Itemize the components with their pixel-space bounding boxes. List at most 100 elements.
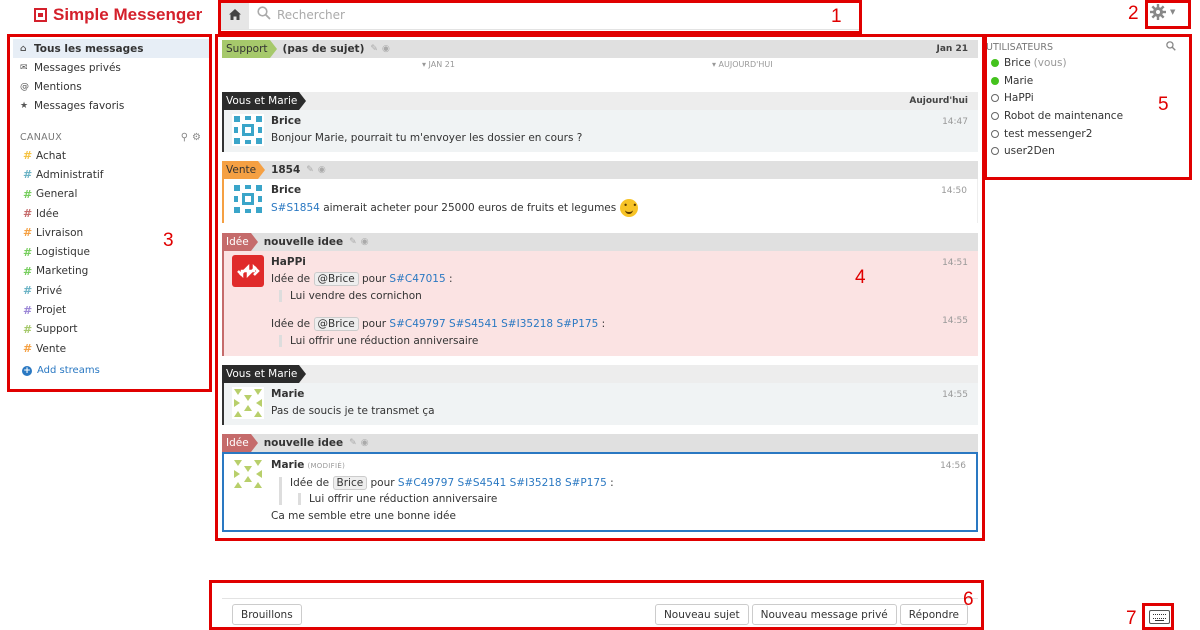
stream-link[interactable]: S#C47015 — [389, 273, 445, 285]
user-mention[interactable]: @Brice — [313, 317, 359, 331]
chevron-down-icon: ▼ — [1170, 8, 1176, 16]
online-status-icon — [991, 76, 999, 85]
eye-icon[interactable]: ◉ — [318, 165, 330, 175]
gear-icon[interactable]: ⚙ — [192, 132, 205, 143]
nav-item-label: Tous les messages — [34, 42, 144, 55]
sender-name[interactable]: Marie — [271, 459, 304, 471]
callout-4: 4 — [855, 267, 866, 288]
pm-label[interactable]: Vous et Marie — [222, 92, 307, 110]
stream-item[interactable]: # Support — [13, 320, 209, 339]
message-time[interactable]: 14:51 — [942, 258, 968, 268]
home-button[interactable] — [221, 0, 249, 29]
eye-icon[interactable]: ◉ — [361, 237, 373, 247]
drafts-button[interactable]: Brouillons — [232, 604, 302, 625]
message-quote: Lui vendre des cornichon — [279, 290, 970, 302]
stream-item[interactable]: # General — [13, 185, 209, 204]
stream-item[interactable]: # Marketing — [13, 262, 209, 281]
keyboard-icon[interactable] — [1149, 610, 1170, 624]
hash-icon: # — [23, 264, 33, 278]
topic-label[interactable]: (pas de sujet) — [283, 43, 365, 55]
stream-item[interactable]: # Privé — [13, 281, 209, 300]
gear-icon — [1150, 4, 1166, 20]
message[interactable]: Idée de @Brice pour S#C49797 S#S4541 S#I… — [224, 312, 978, 356]
stream-label[interactable]: Support — [222, 40, 276, 58]
message-sender[interactable]: Marie (MODIFIÉ) — [271, 459, 968, 471]
selected-message[interactable]: Marie (MODIFIÉ) Idée de Brice pour S#C497… — [222, 452, 978, 532]
date-separator-left: ▾ JAN 21 — [422, 60, 455, 69]
message[interactable]: Brice Bonjour Marie, pourrait tu m'envoy… — [222, 110, 978, 152]
stream-item[interactable]: # Vente — [13, 339, 209, 358]
user-mention[interactable]: @Brice — [313, 272, 359, 286]
search-icon[interactable] — [1166, 40, 1176, 54]
user-name: Robot de maintenance — [1004, 109, 1124, 122]
message-text: : — [610, 477, 614, 489]
offline-status-icon — [991, 94, 999, 103]
message-sender[interactable]: Brice — [271, 184, 969, 196]
stream-link[interactable]: S#C49797 S#S4541 S#I35218 S#P175 — [389, 318, 598, 330]
stream-item[interactable]: # Livraison — [13, 223, 209, 242]
stream-label[interactable]: Idée — [222, 233, 258, 251]
add-streams-label: Add streams — [37, 365, 100, 377]
add-streams-link[interactable]: + Add streams — [13, 365, 209, 376]
nav-item[interactable]: ⌂ Tous les messages — [13, 39, 209, 58]
user-item[interactable]: Brice (vous) — [986, 54, 1190, 72]
pencil-icon[interactable]: ✎ — [349, 237, 361, 247]
hash-icon: # — [23, 149, 33, 163]
pencil-icon[interactable]: ✎ — [306, 165, 318, 175]
pencil-icon[interactable]: ✎ — [370, 44, 382, 54]
recipient-bar: Idée nouvelle idee ✎◉ — [222, 233, 978, 251]
settings-menu-button[interactable]: ▼ — [1150, 4, 1175, 20]
user-item[interactable]: user2Den — [986, 142, 1190, 160]
recipient-bar: Support (pas de sujet) ✎◉ Jan 21 — [222, 40, 978, 58]
message-time[interactable]: 14:47 — [942, 117, 968, 127]
stream-link[interactable]: S#C49797 S#S4541 S#I35218 S#P175 — [398, 477, 607, 489]
stream-item[interactable]: # Logistique — [13, 242, 209, 261]
stream-link[interactable]: S#S1854 — [271, 202, 320, 214]
nav-item[interactable]: ★ Messages favoris — [13, 96, 209, 115]
pencil-icon[interactable]: ✎ — [349, 438, 361, 448]
callout-6: 6 — [963, 589, 974, 610]
compose-bar: Brouillons Nouveau sujet Nouveau message… — [222, 598, 978, 630]
user-mention[interactable]: Brice — [332, 476, 368, 490]
topic-label[interactable]: nouvelle idee — [264, 437, 343, 449]
message[interactable]: Marie Pas de soucis je te transmet ça 14… — [222, 383, 978, 425]
message-sender[interactable]: Marie — [271, 388, 970, 400]
nav-item-label: Messages favoris — [34, 99, 125, 112]
user-item[interactable]: test messenger2 — [986, 125, 1190, 143]
topic-label[interactable]: 1854 — [271, 164, 300, 176]
pm-label[interactable]: Vous et Marie — [222, 365, 307, 383]
stream-item[interactable]: # Projet — [13, 300, 209, 319]
message-content: Idée de @Brice pour S#C49797 S#S4541 S#I… — [271, 317, 970, 331]
eye-icon[interactable]: ◉ — [361, 438, 373, 448]
hash-icon: # — [23, 187, 33, 201]
message[interactable]: Brice S#S1854 aimerait acheter pour 2500… — [222, 179, 978, 223]
new-private-message-button[interactable]: Nouveau message privé — [751, 604, 897, 625]
nav-item[interactable]: @ Mentions — [13, 77, 209, 96]
message-time[interactable]: 14:50 — [941, 186, 967, 196]
message-content: S#S1854 aimerait acheter pour 25000 euro… — [271, 199, 969, 217]
search-input[interactable] — [277, 7, 677, 22]
reply-button[interactable]: Répondre — [899, 604, 968, 625]
message-time[interactable]: 14:56 — [940, 461, 966, 471]
callout-3: 3 — [163, 230, 174, 251]
stream-label[interactable]: Vente — [222, 161, 266, 179]
nav-item[interactable]: ✉ Messages privés — [13, 58, 209, 77]
message-sender[interactable]: Brice — [271, 115, 970, 127]
stream-item[interactable]: # Idée — [13, 204, 209, 223]
eye-icon[interactable]: ◉ — [382, 44, 394, 54]
left-sidebar: ⌂ Tous les messages ✉ Messages privés @ Menti… — [13, 39, 209, 376]
stream-label[interactable]: Idée — [222, 434, 258, 452]
message-text: pour — [362, 273, 387, 285]
logo-icon — [34, 8, 47, 22]
search-icon[interactable] — [257, 5, 271, 24]
new-topic-button[interactable]: Nouveau sujet — [654, 604, 749, 625]
search-bar — [257, 5, 859, 24]
topic-label[interactable]: nouvelle idee — [264, 236, 343, 248]
user-item[interactable]: Marie — [986, 72, 1190, 90]
date-separator: ▾ JAN 21 ▾ AUJOURD'HUI — [222, 58, 978, 72]
stream-item[interactable]: # Administratif — [13, 165, 209, 184]
search-icon[interactable]: ⚲ — [181, 132, 192, 143]
message-time[interactable]: 14:55 — [942, 316, 968, 326]
message-time[interactable]: 14:55 — [942, 390, 968, 400]
stream-item[interactable]: # Achat — [13, 146, 209, 165]
